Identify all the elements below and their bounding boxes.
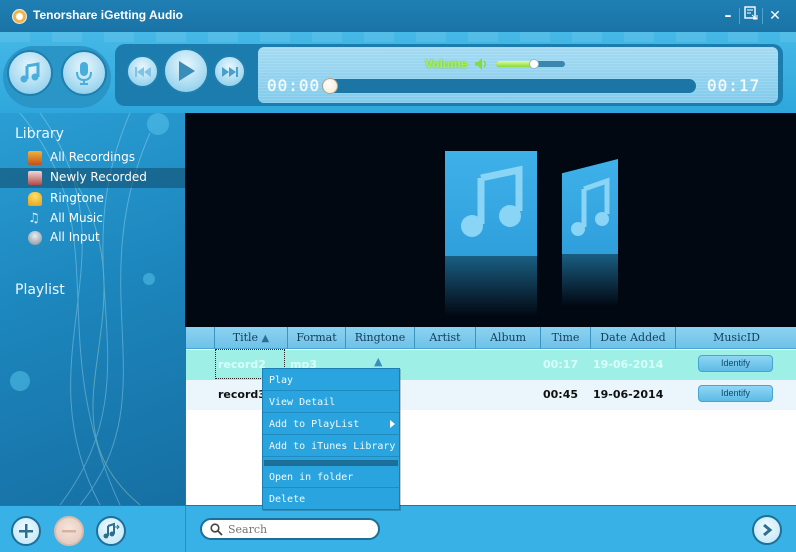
- sidebar-item-label: All Recordings: [50, 150, 135, 164]
- microphone-icon: [28, 231, 42, 245]
- music-note-icon: [571, 177, 610, 236]
- app-title: Tenorshare iGetting Audio: [33, 8, 184, 22]
- sidebar-item-all-recordings[interactable]: All Recordings: [0, 148, 185, 168]
- sort-ascending-icon: ▲: [261, 333, 270, 344]
- app-logo-icon: [12, 9, 27, 24]
- elapsed-time: 00:00: [267, 76, 321, 95]
- cell-time: 00:45: [543, 388, 579, 401]
- total-time: 00:17: [707, 76, 761, 95]
- sidebar-item-all-music[interactable]: ♫ All Music: [0, 209, 185, 229]
- column-header-musicid[interactable]: MusicID: [676, 327, 796, 349]
- identify-button[interactable]: Identify: [698, 385, 773, 402]
- album-art-reflection: [445, 256, 537, 316]
- cell-date-added: 19-06-2014: [593, 388, 664, 401]
- title-separator: [762, 8, 763, 24]
- skip-forward-icon: [221, 66, 238, 77]
- toolbar-pattern: [0, 32, 796, 42]
- menu-item-play[interactable]: Play: [263, 370, 399, 391]
- context-menu: Play View Detail Add to PlayList Add to …: [262, 368, 400, 510]
- mini-mode-button[interactable]: [741, 6, 761, 26]
- cell-title: record3: [218, 388, 266, 401]
- sidebar-item-all-input[interactable]: All Input: [0, 228, 185, 248]
- music-icon: ♫: [28, 211, 40, 226]
- volume-slider-handle[interactable]: [528, 59, 539, 69]
- export-button[interactable]: [96, 516, 126, 546]
- remove-button[interactable]: [54, 516, 84, 546]
- column-header-album[interactable]: Album: [476, 327, 541, 349]
- music-export-icon: [103, 522, 120, 539]
- menu-separator: [264, 460, 398, 466]
- search-box[interactable]: [200, 518, 380, 540]
- music-note-icon: [20, 62, 40, 83]
- ringtone-bell-icon: ▲: [374, 355, 383, 368]
- search-input[interactable]: [228, 522, 373, 537]
- microphone-icon: [76, 62, 92, 85]
- decorative-bubble: [143, 273, 155, 285]
- menu-item-add-to-playlist[interactable]: Add to PlayList: [263, 414, 399, 435]
- album-art-side: [562, 159, 618, 254]
- close-button[interactable]: ✕: [765, 6, 785, 26]
- menu-item-label: Add to PlayList: [269, 419, 360, 430]
- search-icon: [210, 523, 223, 536]
- column-label: Title: [232, 331, 259, 344]
- speaker-icon[interactable]: [474, 57, 488, 71]
- bottom-bar: [0, 505, 796, 552]
- play-button[interactable]: [163, 48, 209, 94]
- previous-button[interactable]: [126, 55, 159, 88]
- album-art-preview: [185, 113, 796, 327]
- minimize-button[interactable]: –: [718, 6, 738, 26]
- playlist-heading: Playlist: [15, 282, 65, 298]
- record-mode-button[interactable]: [61, 50, 107, 96]
- bottom-divider: [185, 506, 186, 552]
- column-header-format[interactable]: Format: [288, 327, 346, 349]
- progress-track[interactable]: [322, 79, 696, 93]
- table-header: Title ▲ Format Ringtone Artist Album Tim…: [186, 327, 796, 349]
- title-bar: Tenorshare iGetting Audio – ✕: [0, 0, 796, 32]
- title-separator: [739, 8, 740, 24]
- recordings-icon: [28, 151, 42, 165]
- progress-slider-handle[interactable]: [322, 78, 338, 94]
- sidebar-item-newly-recorded[interactable]: Newly Recorded: [0, 168, 185, 188]
- music-mode-button[interactable]: [7, 50, 53, 96]
- skip-back-icon: [134, 66, 151, 77]
- new-recording-icon: [28, 171, 42, 185]
- add-button[interactable]: [11, 516, 41, 546]
- album-art-reflection: [562, 254, 618, 306]
- sidebar-item-ringtone[interactable]: Ringtone: [0, 189, 185, 209]
- cell-date-added: 19-06-2014: [593, 358, 664, 371]
- music-note-icon: [461, 165, 523, 237]
- sidebar-item-label: Ringtone: [50, 191, 104, 205]
- decorative-bubble: [147, 113, 169, 135]
- menu-item-view-detail[interactable]: View Detail: [263, 392, 399, 413]
- minus-icon: [62, 530, 76, 533]
- menu-item-add-to-itunes[interactable]: Add to iTunes Library: [263, 436, 399, 457]
- mini-mode-icon: [744, 6, 758, 20]
- sidebar-item-label: All Music: [50, 211, 103, 225]
- volume-label: Volume: [425, 57, 468, 71]
- identify-button[interactable]: Identify: [698, 355, 773, 372]
- sidebar-item-label: Newly Recorded: [50, 170, 147, 184]
- menu-item-delete[interactable]: Delete: [263, 489, 399, 510]
- decorative-bubble: [10, 371, 30, 391]
- album-art-front: [445, 151, 537, 256]
- column-header-time[interactable]: Time: [541, 327, 591, 349]
- column-header-blank: [186, 327, 215, 349]
- menu-item-open-in-folder[interactable]: Open in folder: [263, 467, 399, 488]
- sidebar-item-label: All Input: [50, 230, 100, 244]
- column-header-date-added[interactable]: Date Added: [591, 327, 676, 349]
- chevron-right-icon: [763, 523, 773, 537]
- submenu-arrow-icon: [390, 420, 395, 428]
- now-playing-display: [258, 47, 778, 103]
- next-page-button[interactable]: [752, 515, 782, 545]
- play-icon: [179, 61, 195, 81]
- bell-icon: [28, 192, 42, 206]
- plus-icon: [19, 524, 33, 538]
- column-header-artist[interactable]: Artist: [415, 327, 476, 349]
- sidebar: Library All Recordings Newly Recorded Ri…: [0, 113, 185, 505]
- next-button[interactable]: [213, 55, 246, 88]
- column-header-ringtone[interactable]: Ringtone: [346, 327, 415, 349]
- cell-time: 00:17: [543, 358, 579, 371]
- library-heading: Library: [15, 126, 64, 142]
- column-header-title[interactable]: Title ▲: [215, 327, 288, 349]
